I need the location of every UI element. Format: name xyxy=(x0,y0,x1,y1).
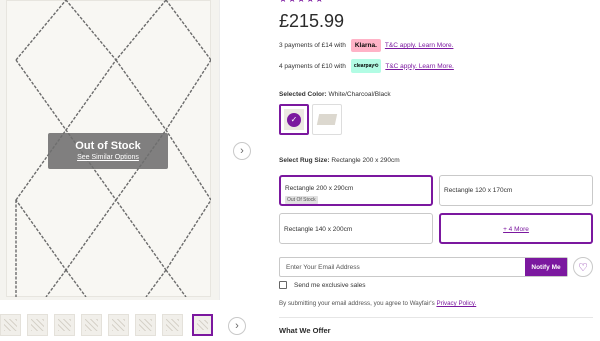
rating-stars[interactable]: ★★★★★ xyxy=(279,0,324,5)
thumbnail-7[interactable] xyxy=(162,314,183,336)
klarna-payment-row: 3 payments of £14 with Klarna. T&C apply… xyxy=(279,39,453,52)
next-image-button[interactable]: › xyxy=(233,142,251,160)
email-disclaimer: By submitting your email address, you ag… xyxy=(279,300,476,307)
out-of-stock-badge: Out Of Stock xyxy=(285,196,318,204)
privacy-policy-link[interactable]: Privacy Policy. xyxy=(436,300,476,307)
clearpay-learn-more-link[interactable]: T&C apply. Learn More. xyxy=(385,63,454,70)
size-option-label: Rectangle 140 x 200cm xyxy=(284,226,353,233)
selected-size-value: Rectangle 200 x 290cm xyxy=(331,157,400,164)
notify-form: Notify Me xyxy=(279,257,568,277)
color-swatch-white-charcoal-black[interactable]: ✓ xyxy=(279,104,309,135)
size-option-200x290[interactable]: Rectangle 200 x 290cm Out Of Stock xyxy=(279,175,433,206)
klarna-logo: Klarna. xyxy=(350,39,381,52)
selected-size-heading: Select Rug Size: Rectangle 200 x 290cm xyxy=(279,157,400,164)
product-main-image[interactable]: Out of Stock See Similar Options xyxy=(0,0,220,300)
size-option-140x200[interactable]: Rectangle 140 x 200cm xyxy=(279,213,433,244)
selected-color-label: Selected Color: xyxy=(279,91,327,98)
size-option-120x170[interactable]: Rectangle 120 x 170cm xyxy=(439,175,593,206)
disclaimer-text: By submitting your email address, you ag… xyxy=(279,300,435,307)
thumbnail-3[interactable] xyxy=(54,314,75,336)
klarna-text: 3 payments of £14 with xyxy=(279,42,346,49)
thumbnail-strip xyxy=(0,314,222,338)
thumbnail-4[interactable] xyxy=(81,314,102,336)
see-similar-options-link[interactable]: See Similar Options xyxy=(48,154,168,161)
thumbnail-1[interactable] xyxy=(0,314,21,336)
clearpay-payment-row: 4 payments of £10 with clearpay⟲ T&C app… xyxy=(279,59,454,73)
out-of-stock-title: Out of Stock xyxy=(75,140,141,152)
clearpay-logo: clearpay⟲ xyxy=(350,59,382,73)
size-option-label: Rectangle 120 x 170cm xyxy=(444,187,513,194)
email-input[interactable] xyxy=(280,258,525,276)
exclusive-sales-label: Send me exclusive sales xyxy=(294,281,366,289)
swatch-image xyxy=(316,114,338,125)
notify-me-button[interactable]: Notify Me xyxy=(525,258,567,276)
thumbnail-6[interactable] xyxy=(135,314,156,336)
thumbnail-5[interactable] xyxy=(108,314,129,336)
next-thumbnails-button[interactable]: › xyxy=(228,317,246,335)
chevron-right-icon: › xyxy=(240,145,244,157)
exclusive-sales-option: Send me exclusive sales xyxy=(279,281,366,289)
more-sizes-button[interactable]: + 4 More xyxy=(439,213,593,244)
thumbnail-8[interactable] xyxy=(192,314,213,336)
product-price: £215.99 xyxy=(279,11,345,31)
more-sizes-label: + 4 More xyxy=(503,226,529,233)
klarna-learn-more-link[interactable]: T&C apply. Learn More. xyxy=(385,42,454,49)
favorite-button[interactable]: ♡ xyxy=(573,257,593,277)
chevron-right-icon: › xyxy=(235,320,239,332)
exclusive-sales-checkbox[interactable] xyxy=(279,281,287,289)
selected-color-heading: Selected Color: White/Charcoal/Black xyxy=(279,91,391,98)
selected-size-label: Select Rug Size: xyxy=(279,157,330,164)
section-divider xyxy=(279,317,593,318)
color-swatch-alt[interactable] xyxy=(312,104,342,135)
what-we-offer-heading: What We Offer xyxy=(279,326,331,335)
clearpay-text: 4 payments of £10 with xyxy=(279,62,346,70)
out-of-stock-overlay: Out of Stock See Similar Options xyxy=(48,133,168,169)
thumbnail-2[interactable] xyxy=(27,314,48,336)
heart-icon: ♡ xyxy=(578,261,588,274)
check-icon: ✓ xyxy=(287,112,301,127)
selected-color-value: White/Charcoal/Black xyxy=(328,91,391,98)
size-option-label: Rectangle 200 x 290cm xyxy=(285,185,354,192)
